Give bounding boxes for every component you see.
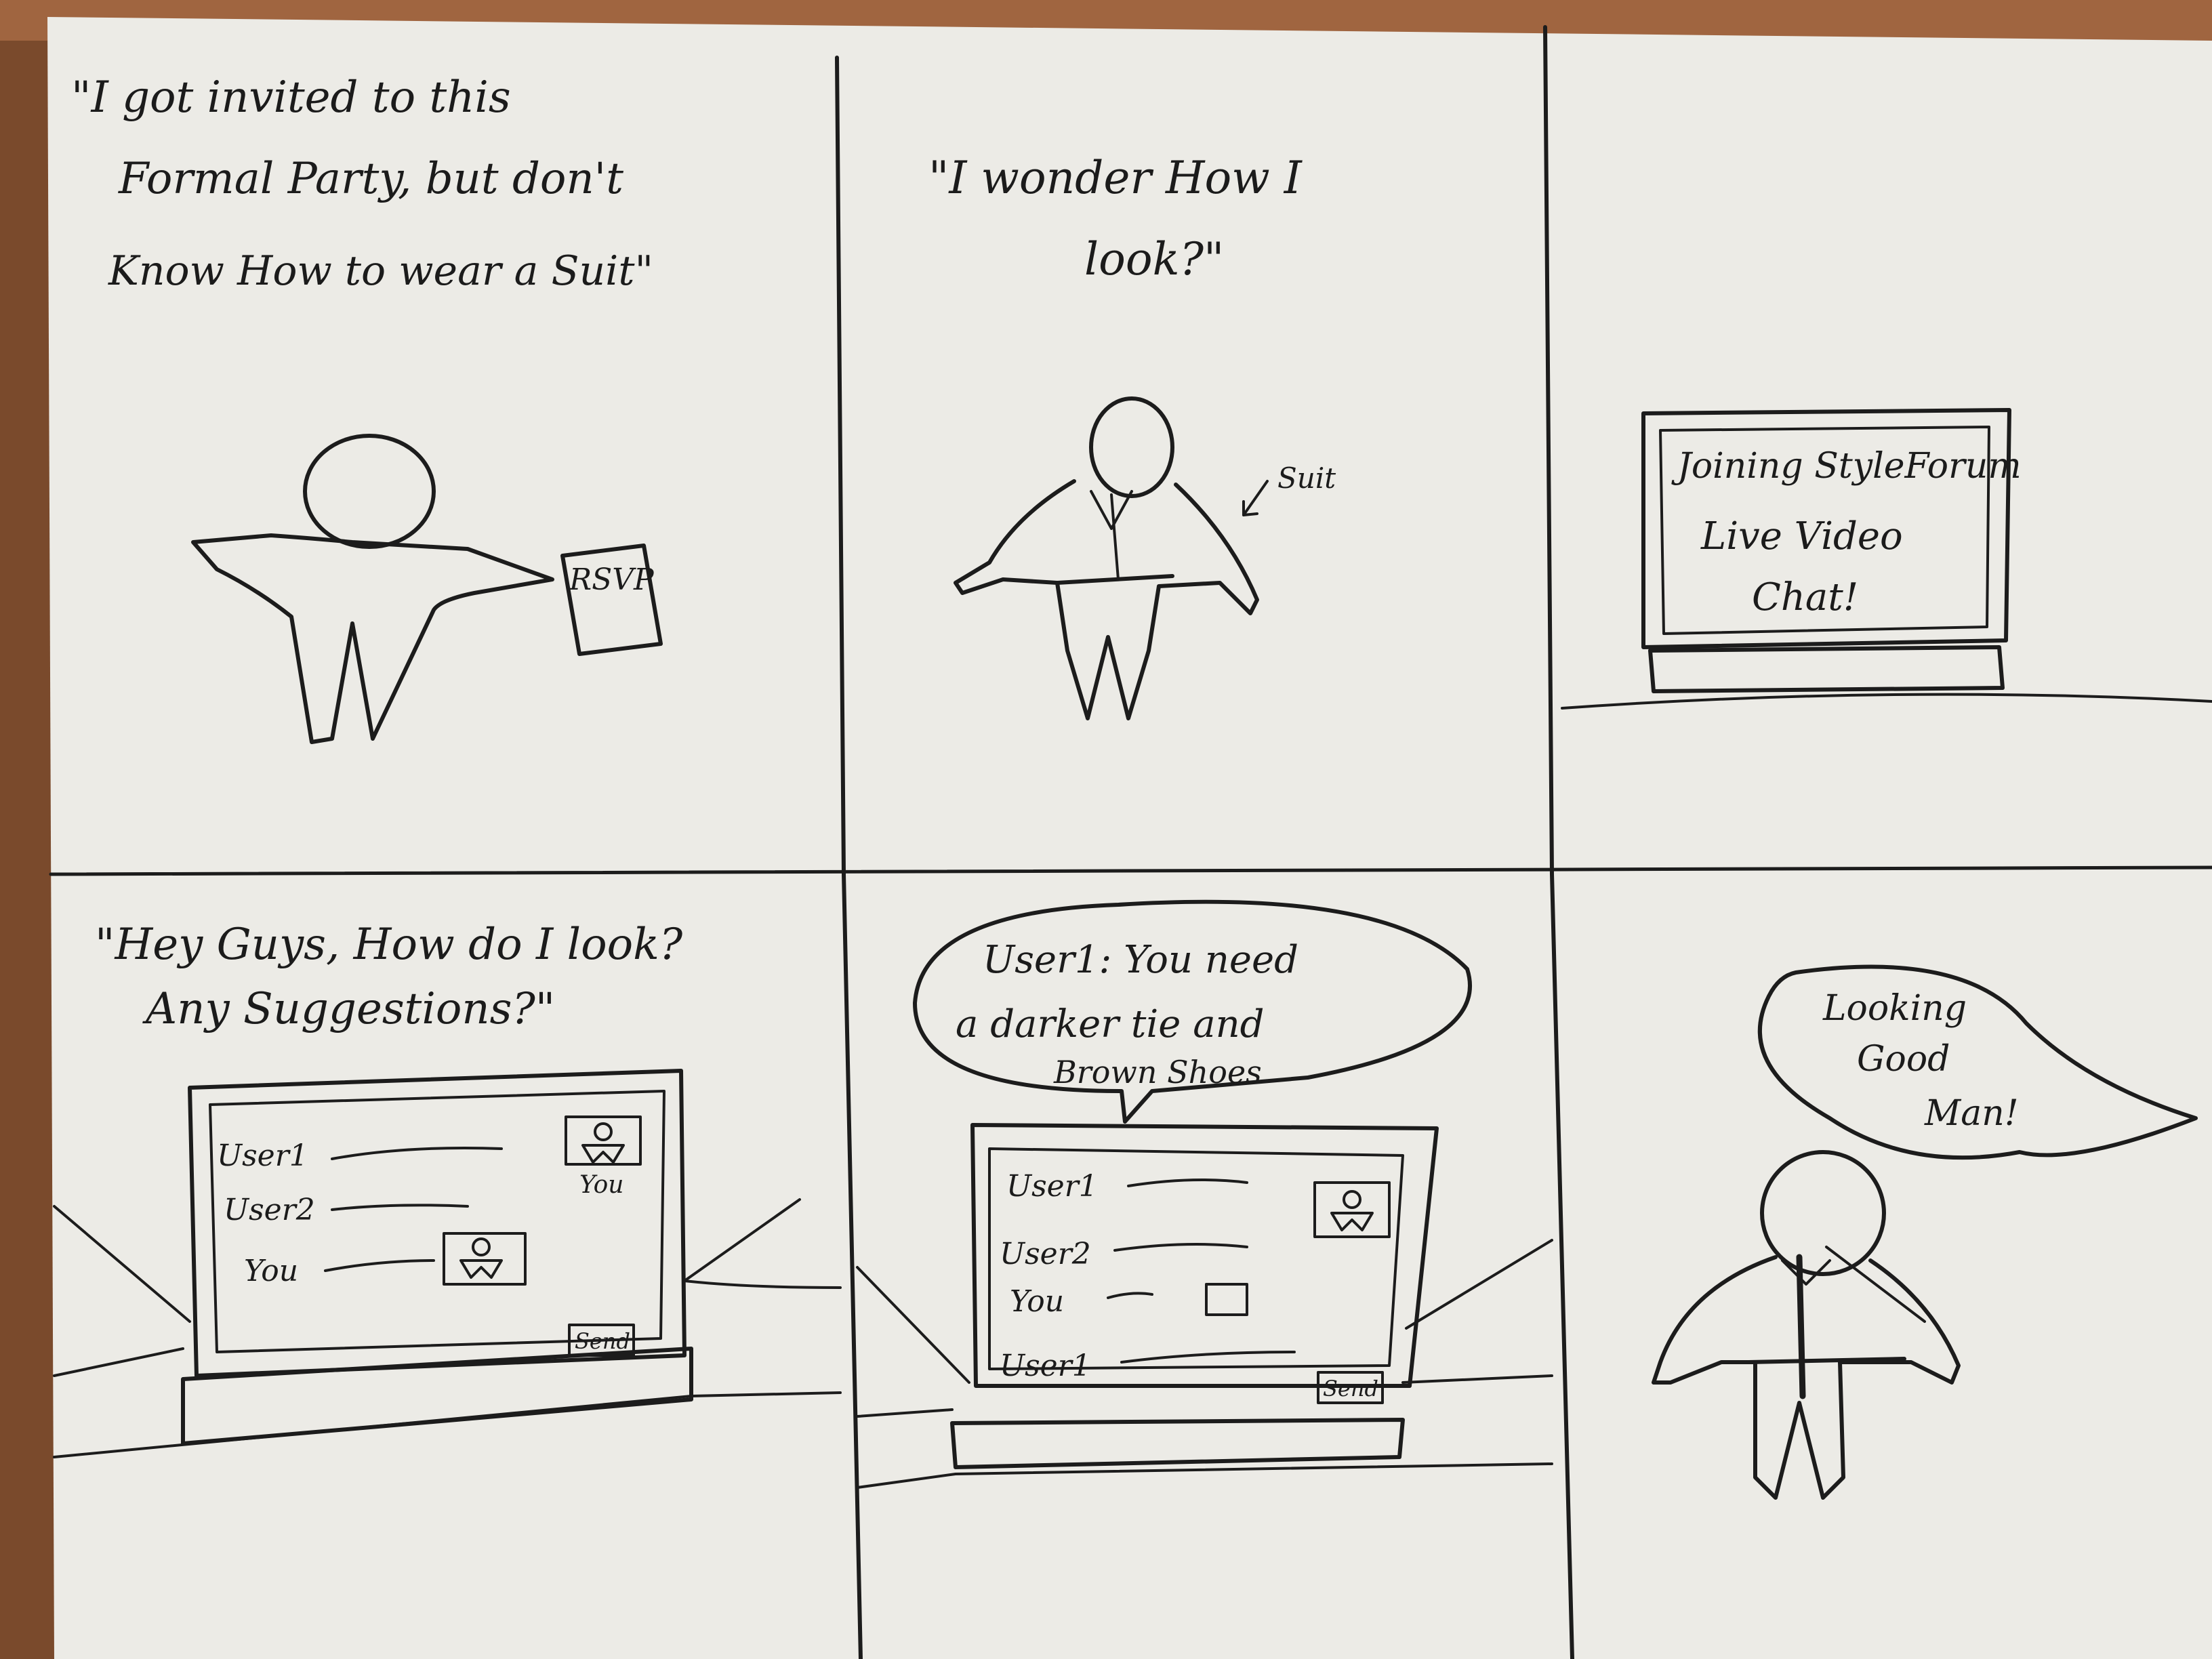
suit-label: Suit bbox=[1277, 462, 1336, 495]
chat-name-user1: User1 bbox=[217, 1139, 308, 1173]
bubble-line-3: Man! bbox=[1924, 1093, 2019, 1134]
bubble-line-2: Good bbox=[1857, 1039, 1950, 1080]
storyboard-sheet: "I got invited to this Formal Party, but… bbox=[47, 17, 2212, 1659]
panel-1-caption-line-3: Know How to wear a Suit" bbox=[108, 247, 653, 295]
chat-name-user1: User1 bbox=[1006, 1169, 1098, 1204]
screen-line-3: Chat! bbox=[1752, 575, 1858, 619]
panel-1-caption-line-2: Formal Party, but don't bbox=[118, 154, 623, 204]
send-label: Send bbox=[1323, 1376, 1378, 1401]
chat-name-you: You bbox=[1010, 1284, 1064, 1319]
chat-name-user1-second: User1 bbox=[1000, 1349, 1091, 1383]
video-label-you: You bbox=[579, 1171, 624, 1199]
panel-2-caption-line-2: look?" bbox=[1084, 233, 1224, 285]
bubble-line-1: User1: You need bbox=[983, 938, 1298, 982]
panel-2-caption-line-1: "I wonder How I bbox=[928, 152, 1303, 204]
panel-5-send-button[interactable]: Send bbox=[1317, 1371, 1384, 1404]
rsvp-label: RSVP bbox=[569, 562, 655, 597]
chat-name-you: You bbox=[244, 1254, 298, 1288]
chat-name-user2: User2 bbox=[1000, 1237, 1091, 1271]
bubble-line-1: Looking bbox=[1822, 988, 1967, 1029]
chat-name-user2: User2 bbox=[224, 1193, 315, 1227]
screen-line-2: Live Video bbox=[1700, 514, 1903, 558]
panel-4-caption-line-1: "Hey Guys, How do I look? bbox=[95, 920, 683, 970]
panel-4-send-button[interactable]: Send bbox=[568, 1324, 635, 1357]
panel-1-caption-line-1: "I got invited to this bbox=[71, 73, 511, 123]
bubble-line-3: Brown Shoes bbox=[1053, 1054, 1262, 1090]
screen-line-1: Joining StyleForum bbox=[1671, 446, 2022, 487]
send-label: Send bbox=[575, 1328, 630, 1354]
bubble-line-2: a darker tie and bbox=[956, 1002, 1265, 1046]
panel-4-caption-line-2: Any Suggestions?" bbox=[142, 984, 555, 1034]
